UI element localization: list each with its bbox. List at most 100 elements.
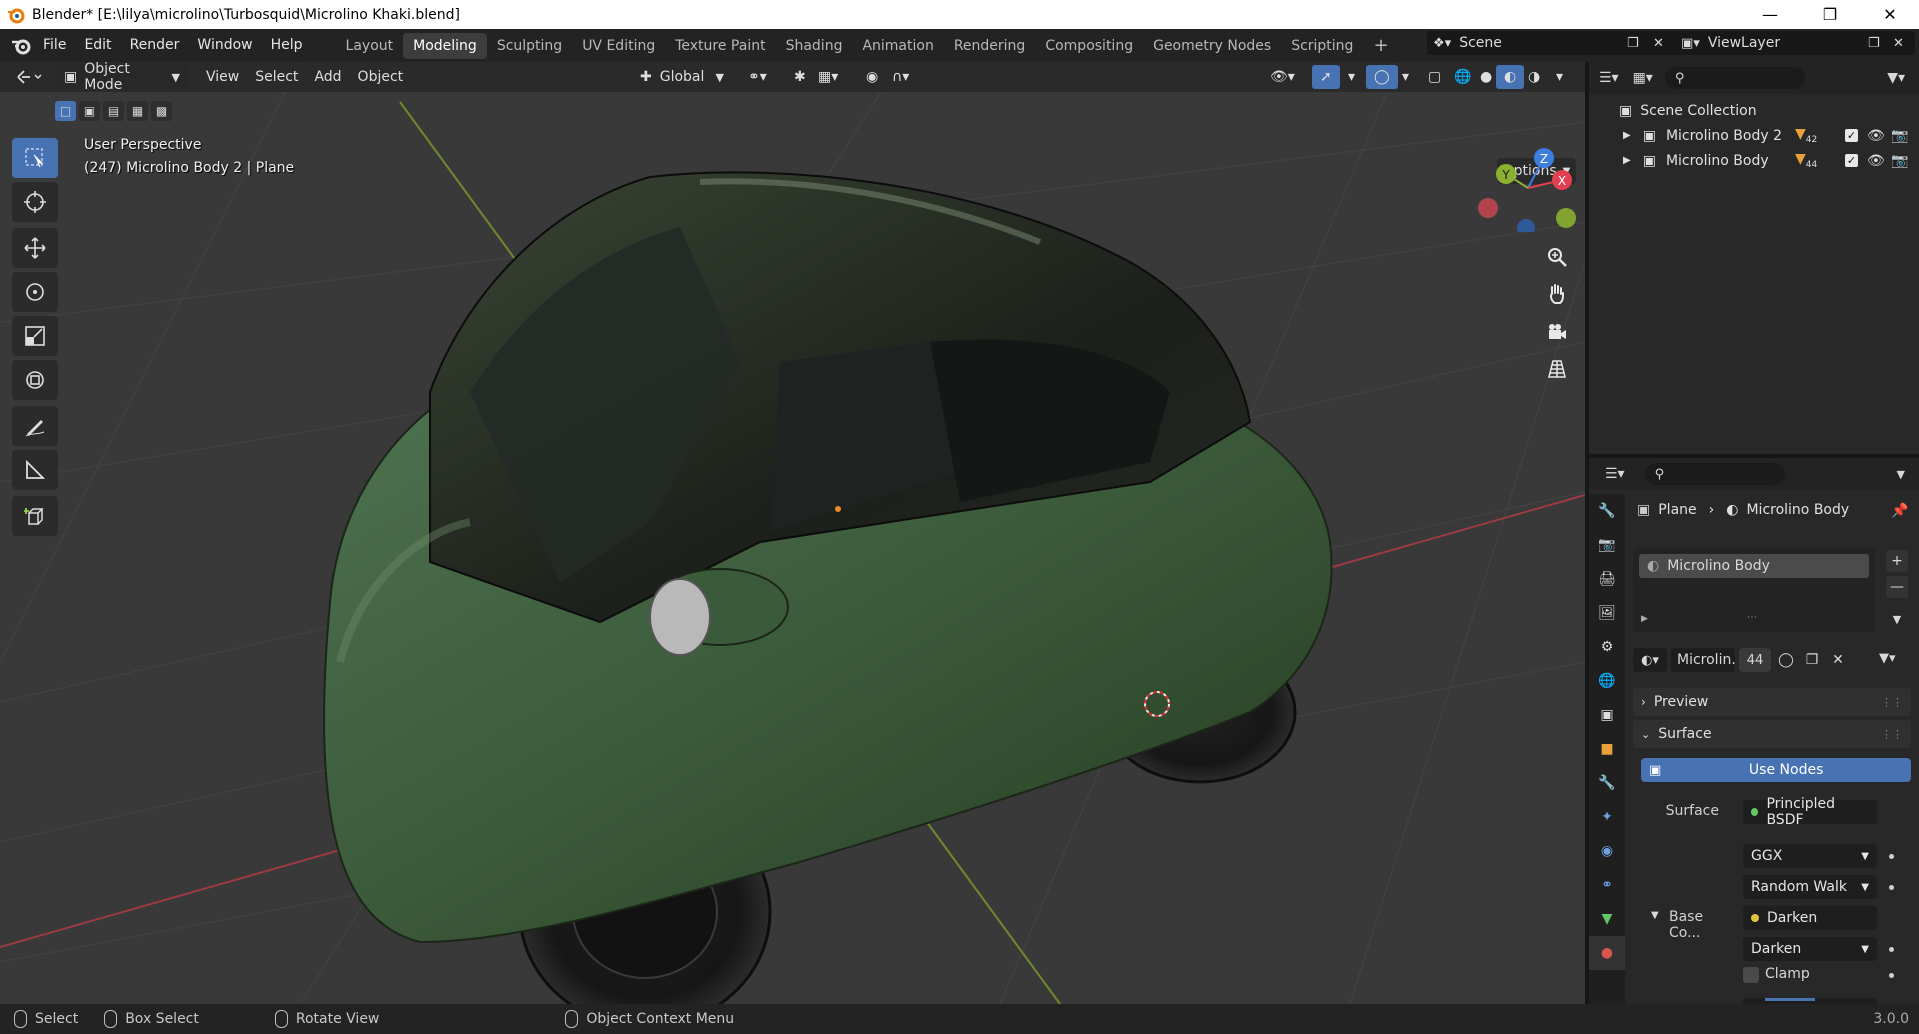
select-subtract-icon[interactable]: ▤ — [103, 101, 124, 121]
select-extend-icon[interactable]: ▣ — [79, 101, 100, 121]
cursor-icon[interactable] — [12, 182, 58, 222]
slot-specials-icon[interactable]: ▼ — [1886, 608, 1908, 630]
restore-icon[interactable]: ❐ — [1800, 0, 1860, 29]
tab-modeling[interactable]: Modeling — [403, 32, 487, 59]
object-tab-icon[interactable]: ■ — [1589, 732, 1625, 766]
pan-hand-icon[interactable] — [1540, 277, 1574, 311]
shading-dropdown-icon[interactable]: ▾ — [1548, 65, 1571, 89]
gizmo-dropdown-icon[interactable]: ▾ — [1340, 65, 1363, 89]
viewport-menu-add[interactable]: Add — [306, 65, 349, 89]
keyframe-dot-icon[interactable] — [1889, 973, 1894, 978]
tab-layout[interactable]: Layout — [336, 33, 404, 59]
xray-icon[interactable]: ▢ — [1420, 65, 1449, 89]
grid-ortho-icon[interactable] — [1540, 352, 1574, 386]
view-layer-selector[interactable]: ▣▾ ViewLayer ❐ ✕ — [1675, 31, 1915, 55]
tab-compositing[interactable]: Compositing — [1035, 33, 1143, 59]
pin-icon[interactable]: 📌 — [1891, 503, 1908, 519]
blend-mode-dropdown[interactable]: Darken ▼ — [1743, 937, 1877, 961]
render-camera-icon[interactable]: 📷 — [1891, 153, 1908, 169]
remove-slot-button[interactable]: — — [1886, 576, 1908, 598]
tab-animation[interactable]: Animation — [852, 33, 943, 59]
render-tab-icon[interactable]: 📷 — [1589, 528, 1625, 562]
add-cube-icon[interactable] — [12, 496, 58, 536]
menu-file[interactable]: File — [34, 29, 75, 62]
outliner-item[interactable]: ▶ ▣ Microlino Body ▼44 ✓ 👁 📷 — [1589, 148, 1919, 173]
surface-panel-header[interactable]: ⌄ Surface ⋮⋮ — [1633, 720, 1911, 748]
select-intersect-icon[interactable]: ▩ — [151, 101, 172, 121]
tab-texture-paint[interactable]: Texture Paint — [665, 33, 775, 59]
move-icon[interactable] — [12, 228, 58, 268]
select-new-icon[interactable]: □ — [55, 101, 76, 121]
remove-view-layer-icon[interactable]: ✕ — [1893, 36, 1904, 51]
base-color-input-field[interactable]: Darken — [1743, 906, 1877, 930]
gizmo-toggle-icon[interactable]: ➚ — [1312, 65, 1340, 89]
snap-target-icon[interactable]: ▦▾ — [810, 65, 846, 89]
exclude-checkbox[interactable]: ✓ — [1845, 129, 1858, 142]
proportional-edit-icon[interactable]: ◉ — [858, 65, 886, 89]
clamp-checkbox[interactable] — [1743, 967, 1759, 983]
tool-tab-icon[interactable]: 🔧 — [1589, 494, 1625, 528]
new-scene-icon[interactable]: ❐ — [1627, 36, 1639, 51]
3d-viewport[interactable]: ▣ Object Mode ▼ View Select Add Object ✚… — [0, 62, 1585, 1004]
select-invert-icon[interactable]: ▦ — [127, 101, 148, 121]
camera-icon[interactable] — [1540, 315, 1574, 349]
menu-edit[interactable]: Edit — [75, 29, 120, 62]
subsurface-method-dropdown[interactable]: Random Walk ▼ — [1743, 875, 1877, 899]
eye-icon[interactable]: 👁 — [1867, 128, 1885, 144]
tab-rendering[interactable]: Rendering — [944, 33, 1036, 59]
remove-scene-icon[interactable]: ✕ — [1653, 36, 1664, 51]
display-mode-icon[interactable]: ▦▾ — [1633, 70, 1653, 86]
resize-handle-icon[interactable]: ⋯ — [1747, 612, 1757, 623]
select-box-icon[interactable] — [12, 138, 58, 178]
data-tab-icon[interactable]: ▼ — [1589, 902, 1625, 936]
tab-scripting[interactable]: Scripting — [1281, 33, 1363, 59]
visibility-icon[interactable]: 👁▾ — [1262, 65, 1303, 89]
render-camera-icon[interactable]: 📷 — [1891, 128, 1908, 144]
add-workspace-icon[interactable]: + — [1363, 33, 1398, 59]
add-slot-button[interactable]: + — [1886, 550, 1908, 572]
properties-search-input[interactable]: ⚲ — [1644, 463, 1785, 485]
close-icon[interactable]: ✕ — [1860, 0, 1919, 29]
use-nodes-button[interactable]: ▣ Use Nodes — [1641, 758, 1911, 782]
browse-material-icon[interactable]: ◐▾ — [1633, 648, 1667, 672]
eye-icon[interactable]: 👁 — [1867, 153, 1885, 169]
material-tab-icon[interactable]: ● — [1589, 936, 1625, 970]
tab-geometry-nodes[interactable]: Geometry Nodes — [1143, 33, 1281, 59]
object-mode-dropdown[interactable]: ▣ Object Mode ▼ — [56, 62, 188, 93]
navigation-gizmo[interactable]: Z X Y — [1478, 142, 1578, 232]
exclude-checkbox[interactable]: ✓ — [1845, 154, 1858, 167]
pivot-point-icon[interactable]: ⚭▾ — [740, 65, 775, 89]
falloff-icon[interactable]: ∩▾ — [884, 65, 917, 89]
modifier-tab-icon[interactable]: 🔧 — [1589, 766, 1625, 800]
menu-window[interactable]: Window — [188, 29, 261, 62]
preview-panel-header[interactable]: › Preview ⋮⋮ — [1633, 688, 1911, 716]
measure-icon[interactable] — [12, 450, 58, 490]
overlays-icon[interactable]: ◯ — [1366, 65, 1398, 89]
rendered-shading-icon[interactable]: ◑ — [1520, 65, 1548, 89]
material-users-count[interactable]: 44 — [1739, 648, 1771, 672]
material-name-field[interactable]: Microlin... — [1671, 648, 1735, 672]
scene-tab-icon[interactable]: ⚙ — [1589, 630, 1625, 664]
tab-sculpting[interactable]: Sculpting — [487, 33, 572, 59]
viewport-menu-view[interactable]: View — [198, 65, 247, 89]
duplicate-material-icon[interactable]: ❐ — [1801, 648, 1823, 672]
link-dropdown-icon[interactable]: ▼▾ — [1879, 651, 1896, 666]
chevron-down-icon[interactable]: ▼ — [1897, 468, 1905, 481]
overlays-dropdown-icon[interactable]: ▾ — [1394, 65, 1417, 89]
new-view-layer-icon[interactable]: ❐ — [1868, 36, 1880, 51]
rotate-icon[interactable] — [12, 272, 58, 312]
fake-user-shield-icon[interactable]: ◯ — [1775, 648, 1797, 672]
constraints-tab-icon[interactable]: ⚭ — [1589, 868, 1625, 902]
drag-handle-icon[interactable]: ⋮⋮ — [1881, 728, 1903, 741]
physics-tab-icon[interactable]: ◉ — [1589, 834, 1625, 868]
editor-type-icon[interactable] — [8, 65, 50, 89]
expand-arrow-icon[interactable]: ▼ — [1651, 910, 1659, 921]
outliner-item[interactable]: ▶ ▣ Microlino Body 2 ▼42 ✓ 👁 📷 — [1589, 123, 1919, 148]
output-tab-icon[interactable]: 🖨 — [1589, 562, 1625, 596]
transform-icon[interactable] — [12, 360, 58, 400]
keyframe-dot-icon[interactable] — [1889, 854, 1894, 859]
collection-tab-icon[interactable]: ▣ — [1589, 698, 1625, 732]
view-layer-tab-icon[interactable]: 🖼 — [1589, 596, 1625, 630]
expand-arrow-icon[interactable]: ▶ — [1641, 614, 1648, 624]
surface-shader-field[interactable]: Principled BSDF — [1743, 796, 1877, 828]
